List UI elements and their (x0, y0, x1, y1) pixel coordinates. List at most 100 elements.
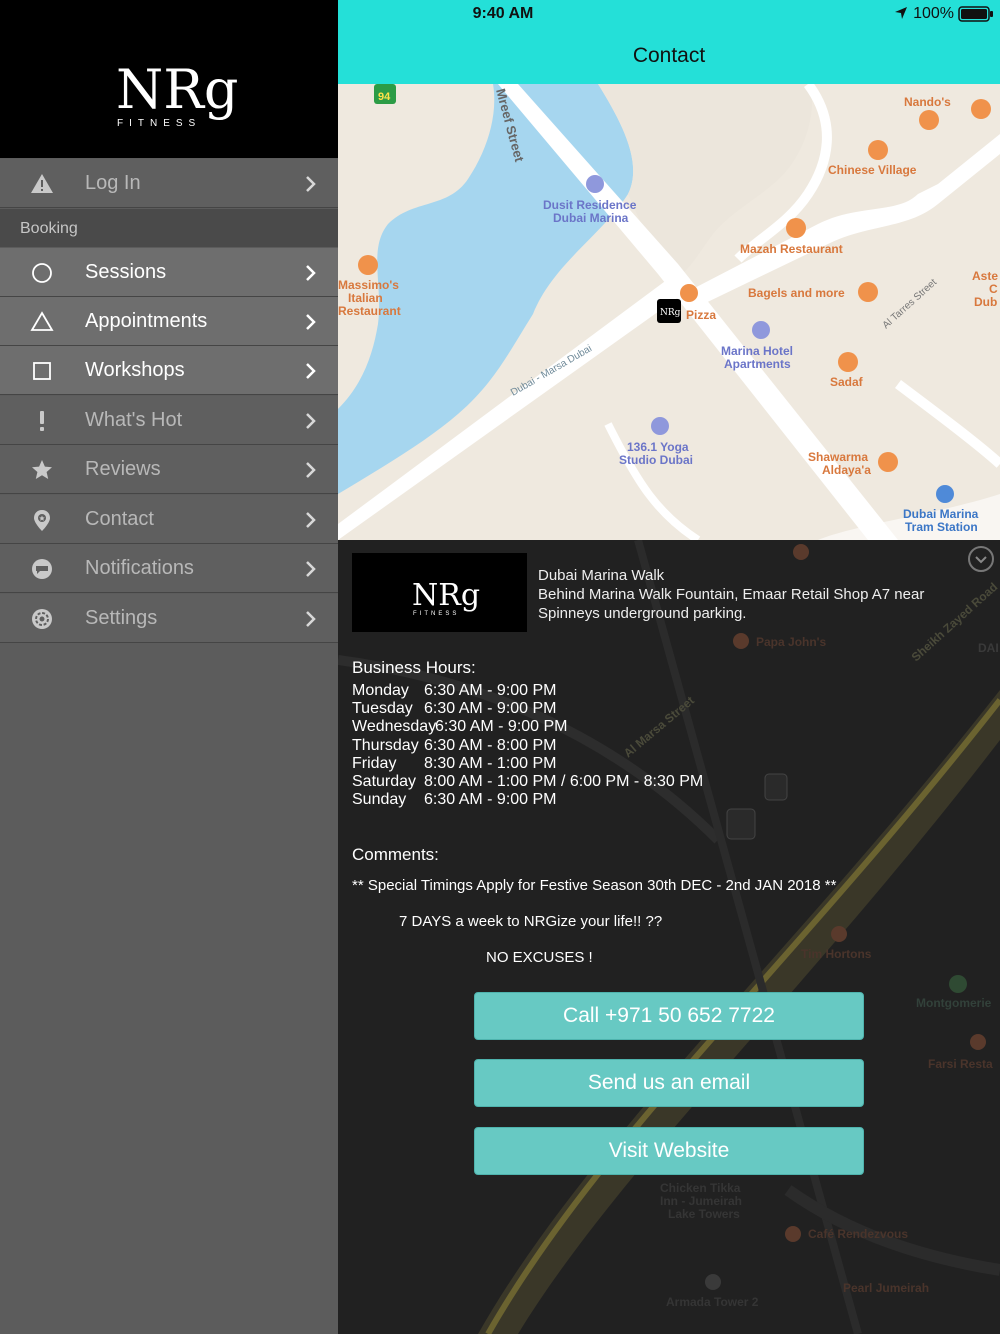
square-icon (33, 362, 51, 380)
email-button[interactable]: Send us an email (474, 1059, 864, 1107)
hours-row: Thursday 6:30 AM - 8:00 PM (352, 737, 557, 755)
location-pin-icon (34, 510, 50, 531)
sidebar-item-sessions[interactable]: Sessions (0, 248, 338, 297)
section-header-booking: Booking (0, 209, 338, 247)
poi-label-chinese-village: Chinese Village (828, 163, 917, 177)
hours-row: Wednesday 6:30 AM - 9:00 PM (352, 718, 568, 736)
sidebar-item-reviews[interactable]: Reviews (0, 445, 338, 494)
chevron-right-icon (306, 314, 316, 330)
hours-day: Monday (352, 682, 409, 699)
collapse-chevron-button[interactable] (968, 546, 994, 572)
svg-text:DAI: DAI (978, 641, 999, 655)
sidebar-item-label: Reviews (85, 458, 161, 480)
poi-label-massimo-2: Italian (348, 291, 383, 305)
brand-logo: NRg FITNESS (0, 0, 338, 158)
triangle-icon (30, 311, 54, 331)
sidebar-item-whats-hot[interactable]: What's Hot (0, 396, 338, 445)
comments-title: Comments: (352, 845, 439, 864)
street-label-marsa: Dubai - Marsa Dubai (509, 343, 594, 398)
hours-day: Thursday (352, 737, 419, 754)
poi-label-aste-2: C (989, 282, 998, 296)
status-time: 9:40 AM (472, 5, 534, 22)
restaurant-pin-icon (971, 99, 991, 119)
hotel-pin-icon (752, 321, 770, 339)
svg-text:Papa John's: Papa John's (756, 635, 827, 649)
hours-time: 8:00 AM - 1:00 PM / 6:00 PM - 8:30 PM (424, 773, 704, 790)
route-number: 94 (378, 91, 391, 103)
call-button[interactable]: Call +971 50 652 7722 (474, 992, 864, 1040)
sidebar-item-appointments[interactable]: Appointments (0, 297, 338, 346)
page-title: Contact (632, 44, 706, 67)
hours-time: 6:30 AM - 9:00 PM (424, 791, 557, 808)
battery-percentage: 100% (913, 5, 954, 22)
chevron-right-icon (306, 176, 316, 192)
circle-icon (32, 263, 52, 283)
sidebar-item-label: What's Hot (85, 409, 183, 431)
chevron-right-icon (306, 363, 316, 379)
sidebar: NRg FITNESS Log In Booking Sessions Appo… (0, 0, 338, 1334)
exclamation-icon (40, 411, 44, 431)
svg-text:Inn - Jumeirah: Inn - Jumeirah (660, 1194, 742, 1208)
sidebar-item-workshops[interactable]: Workshops (0, 346, 338, 395)
restaurant-pin-icon (868, 140, 888, 160)
hours-day: Friday (352, 755, 397, 772)
hours-time: 6:30 AM - 9:00 PM (424, 700, 557, 717)
svg-text:Tim Hortons: Tim Hortons (801, 947, 872, 961)
poi-label-yoga-2: Studio Dubai (619, 453, 693, 467)
battery-icon (958, 6, 993, 22)
sidebar-item-label: Settings (85, 607, 158, 629)
poi-label-yoga: 136.1 Yoga (627, 440, 689, 454)
street-label-tarres: Al Tarres Street (881, 277, 940, 331)
chevron-right-icon (306, 561, 316, 577)
hours-day: Tuesday (352, 700, 413, 717)
poi-label-dusit: Dusit Residence (543, 198, 637, 212)
hours-day: Sunday (352, 791, 407, 808)
visit-website-button[interactable]: Visit Website (474, 1127, 864, 1175)
poi-label-tram: Dubai Marina (903, 507, 979, 521)
sidebar-item-contact[interactable]: Contact (0, 495, 338, 544)
hours-day: Saturday (352, 773, 417, 790)
poi-label-sadaf: Sadaf (830, 375, 864, 389)
chevron-right-icon (306, 611, 316, 627)
location-logo: NRg FITNESS (352, 553, 527, 632)
main-content: 9:40 AM 100% Contact Mreef Street Dubai … (338, 0, 1000, 1334)
poi-label-aste-3: Dub (974, 295, 997, 309)
svg-text:Armada Tower 2: Armada Tower 2 (666, 1295, 759, 1309)
chat-bubble-icon (32, 559, 52, 579)
poi-label-pizza: Pizza (686, 308, 716, 322)
hours-time: 6:30 AM - 9:00 PM (424, 682, 557, 699)
svg-text:Lake Towers: Lake Towers (668, 1207, 740, 1221)
sidebar-item-notifications[interactable]: Notifications (0, 544, 338, 593)
nav-bar: 9:40 AM 100% Contact (338, 0, 1000, 84)
star-icon (32, 460, 52, 479)
sidebar-item-settings[interactable]: Settings (0, 594, 338, 643)
comment-line: ** Special Timings Apply for Festive Sea… (352, 877, 837, 894)
poi-label-marina-hotel-2: Apartments (724, 357, 791, 371)
comment-line: NO EXCUSES ! (486, 949, 593, 966)
logo-text: NRg (116, 58, 238, 121)
sidebar-item-label: Notifications (85, 557, 194, 579)
svg-text:Montgomerie: Montgomerie (916, 996, 992, 1010)
hours-time: 6:30 AM - 9:00 PM (435, 718, 568, 735)
business-hours-title: Business Hours: (352, 658, 476, 677)
marker-logo-text: NRg (660, 308, 681, 318)
section-header-label: Booking (20, 220, 78, 237)
poi-label-nandos: Nando's (904, 95, 951, 109)
svg-text:Café Rendezvous: Café Rendezvous (808, 1227, 908, 1241)
restaurant-pin-icon (680, 284, 698, 302)
map-view[interactable]: Mreef Street Dubai - Marsa Dubai Al Tarr… (338, 84, 1000, 540)
sidebar-item-label: Contact (85, 508, 154, 530)
sidebar-item-label: Log In (85, 172, 141, 194)
sidebar-item-log-in[interactable]: Log In (0, 159, 338, 208)
svg-text:Al Marsa Street: Al Marsa Street (621, 693, 697, 760)
gym-pin-icon (651, 417, 669, 435)
logo-subtext: FITNESS (413, 611, 459, 617)
address-detail: Behind Marina Walk Fountain, Emaar Retai… (538, 586, 925, 622)
hours-row: Sunday 6:30 AM - 9:00 PM (352, 791, 557, 809)
poi-label-marina-hotel: Marina Hotel (721, 344, 793, 358)
hours-row: Saturday 8:00 AM - 1:00 PM / 6:00 PM - 8:… (352, 773, 703, 791)
chevron-right-icon (306, 265, 316, 281)
location-arrow-icon (895, 7, 907, 19)
restaurant-pin-icon (838, 352, 858, 372)
hours-row: Friday 8:30 AM - 1:00 PM (352, 755, 557, 773)
